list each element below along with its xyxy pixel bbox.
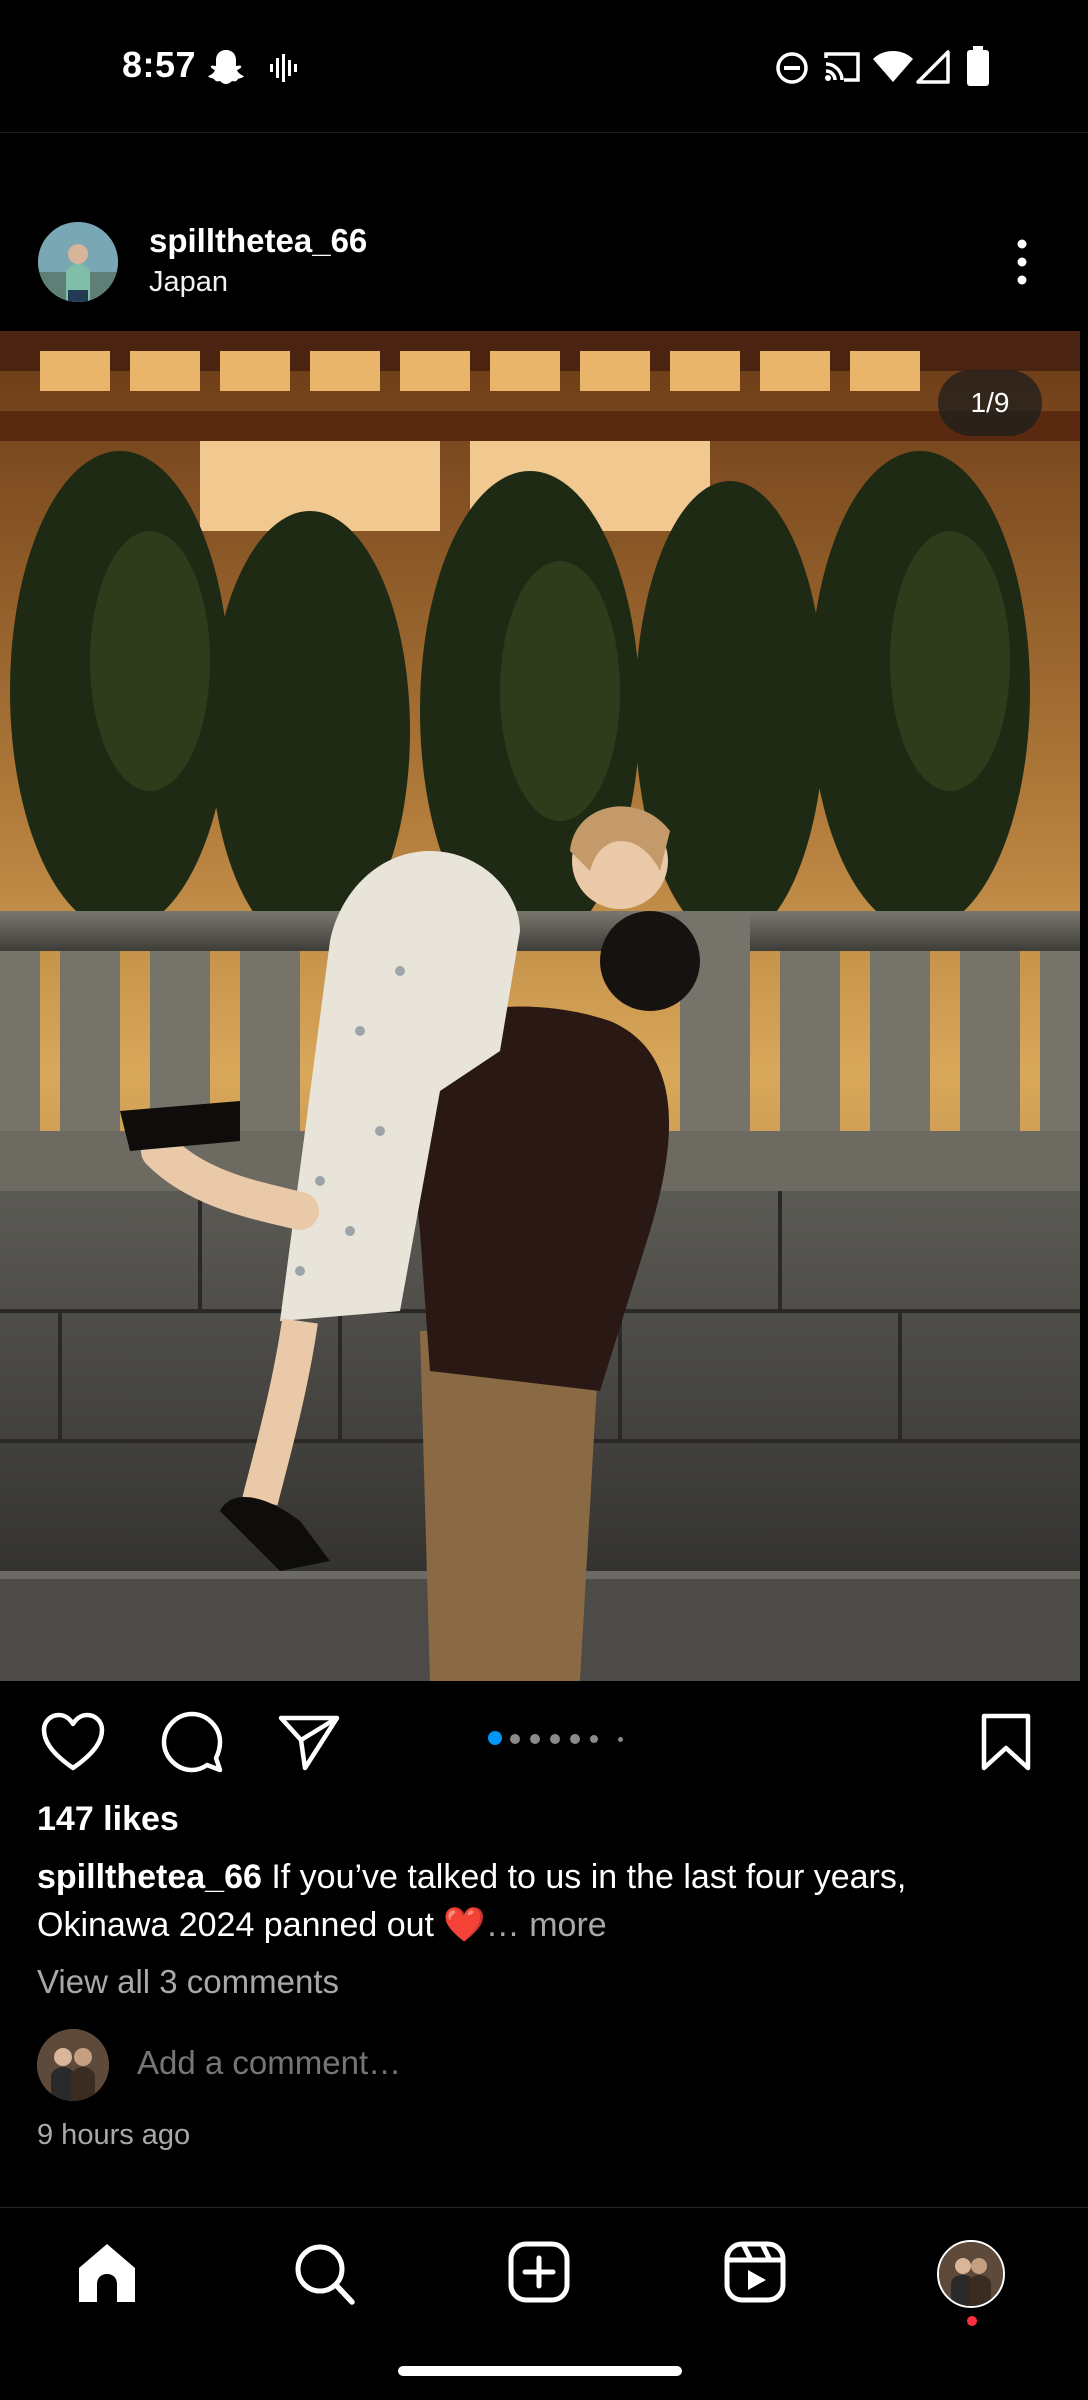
reels-icon[interactable] [710,2240,800,2306]
notification-dot [967,2316,977,2326]
post-author-avatar[interactable] [38,222,118,302]
create-post-icon[interactable] [494,2240,584,2306]
voice-icon [270,54,297,82]
current-user-avatar [37,2029,109,2101]
image-counter: 1/9 [938,370,1042,436]
snapchat-icon [208,50,244,84]
carousel-dot [530,1734,540,1744]
caption-username[interactable]: spillthetea_66 [37,1858,262,1896]
wifi-icon [873,51,913,82]
carousel-dot-active [488,1731,502,1745]
comment-icon[interactable] [160,1710,224,1774]
more-options-icon[interactable] [1000,236,1040,288]
home-indicator[interactable] [398,2366,682,2376]
post-location[interactable]: Japan [149,266,228,299]
battery-icon [967,46,989,86]
post-username[interactable]: spillthetea_66 [149,222,367,260]
share-send-icon[interactable] [277,1712,341,1772]
post-caption[interactable]: spillthetea_66 If you’ve talked to us in… [37,1853,1037,1949]
search-icon[interactable] [278,2240,368,2306]
signal-icon [916,50,950,84]
divider [0,2207,1088,2208]
caption-more-link[interactable]: … more [486,1906,607,1944]
cast-icon [824,52,860,82]
like-heart-icon[interactable] [40,1712,106,1772]
carousel-dot [550,1734,560,1744]
bookmark-save-icon[interactable] [980,1712,1032,1772]
status-bar: 8:57 [0,0,1088,132]
profile-avatar-tab[interactable] [937,2240,1005,2308]
carousel-dot [510,1734,520,1744]
view-all-comments-link[interactable]: View all 3 comments [37,1963,339,2001]
post-photo[interactable] [0,331,1080,1681]
likes-count[interactable]: 147 likes [37,1800,179,1839]
carousel-dot [618,1737,623,1742]
add-comment-input[interactable] [137,2044,937,2082]
carousel-dot [570,1734,580,1744]
divider [0,132,1088,133]
carousel-dot [590,1735,598,1743]
status-time: 8:57 [122,44,197,85]
home-icon[interactable] [62,2240,152,2306]
post-timestamp: 9 hours ago [37,2119,191,2151]
do-not-disturb-icon [776,52,808,84]
